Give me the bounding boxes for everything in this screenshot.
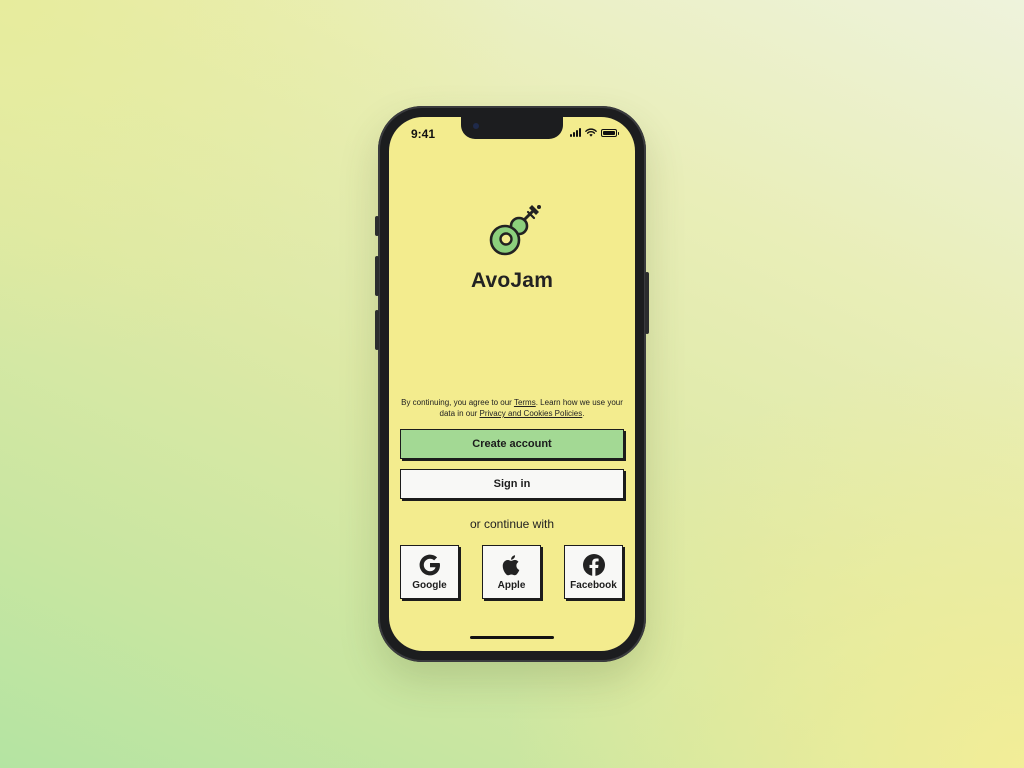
app-name: AvoJam bbox=[470, 269, 554, 292]
home-indicator[interactable] bbox=[470, 636, 554, 639]
social-login-row: Google Apple Facebook bbox=[400, 545, 626, 601]
legal-prefix: By continuing, you agree to our bbox=[401, 398, 514, 407]
privacy-policy-link[interactable]: Privacy and Cookies Policies bbox=[480, 409, 583, 418]
google-icon bbox=[419, 554, 440, 576]
battery-icon bbox=[601, 128, 619, 137]
facebook-icon bbox=[582, 554, 605, 576]
front-camera-icon bbox=[473, 123, 479, 129]
notch bbox=[461, 117, 563, 139]
wifi-icon bbox=[585, 128, 597, 137]
apple-label: Apple bbox=[497, 580, 526, 591]
sign-in-label: Sign in bbox=[493, 478, 531, 490]
apple-login-button[interactable]: Apple bbox=[482, 545, 541, 599]
facebook-login-button[interactable]: Facebook bbox=[564, 545, 623, 599]
volume-up-button bbox=[375, 256, 379, 296]
facebook-label: Facebook bbox=[570, 580, 617, 591]
apple-icon bbox=[502, 555, 519, 576]
status-time: 9:41 bbox=[411, 127, 436, 141]
legal-notice: By continuing, you agree to our Terms. L… bbox=[397, 397, 627, 419]
cellular-signal-icon bbox=[570, 128, 581, 137]
or-continue-with-text: or continue with bbox=[469, 517, 555, 531]
power-button bbox=[645, 272, 649, 334]
status-icons bbox=[570, 128, 619, 137]
app-screen: 9:41 AvoJam By continuing, you agree to … bbox=[389, 117, 635, 651]
volume-down-button bbox=[375, 310, 379, 350]
guitar-icon bbox=[489, 205, 541, 256]
google-login-button[interactable]: Google bbox=[400, 545, 459, 599]
phone-frame: 9:41 AvoJam By continuing, you agree to … bbox=[375, 106, 649, 662]
sign-in-button[interactable]: Sign in bbox=[400, 469, 624, 499]
legal-suffix: . bbox=[582, 409, 585, 418]
google-label: Google bbox=[412, 580, 447, 591]
terms-link[interactable]: Terms bbox=[514, 398, 536, 407]
create-account-button[interactable]: Create account bbox=[400, 429, 624, 459]
create-account-label: Create account bbox=[472, 438, 552, 450]
silent-switch bbox=[375, 216, 379, 236]
